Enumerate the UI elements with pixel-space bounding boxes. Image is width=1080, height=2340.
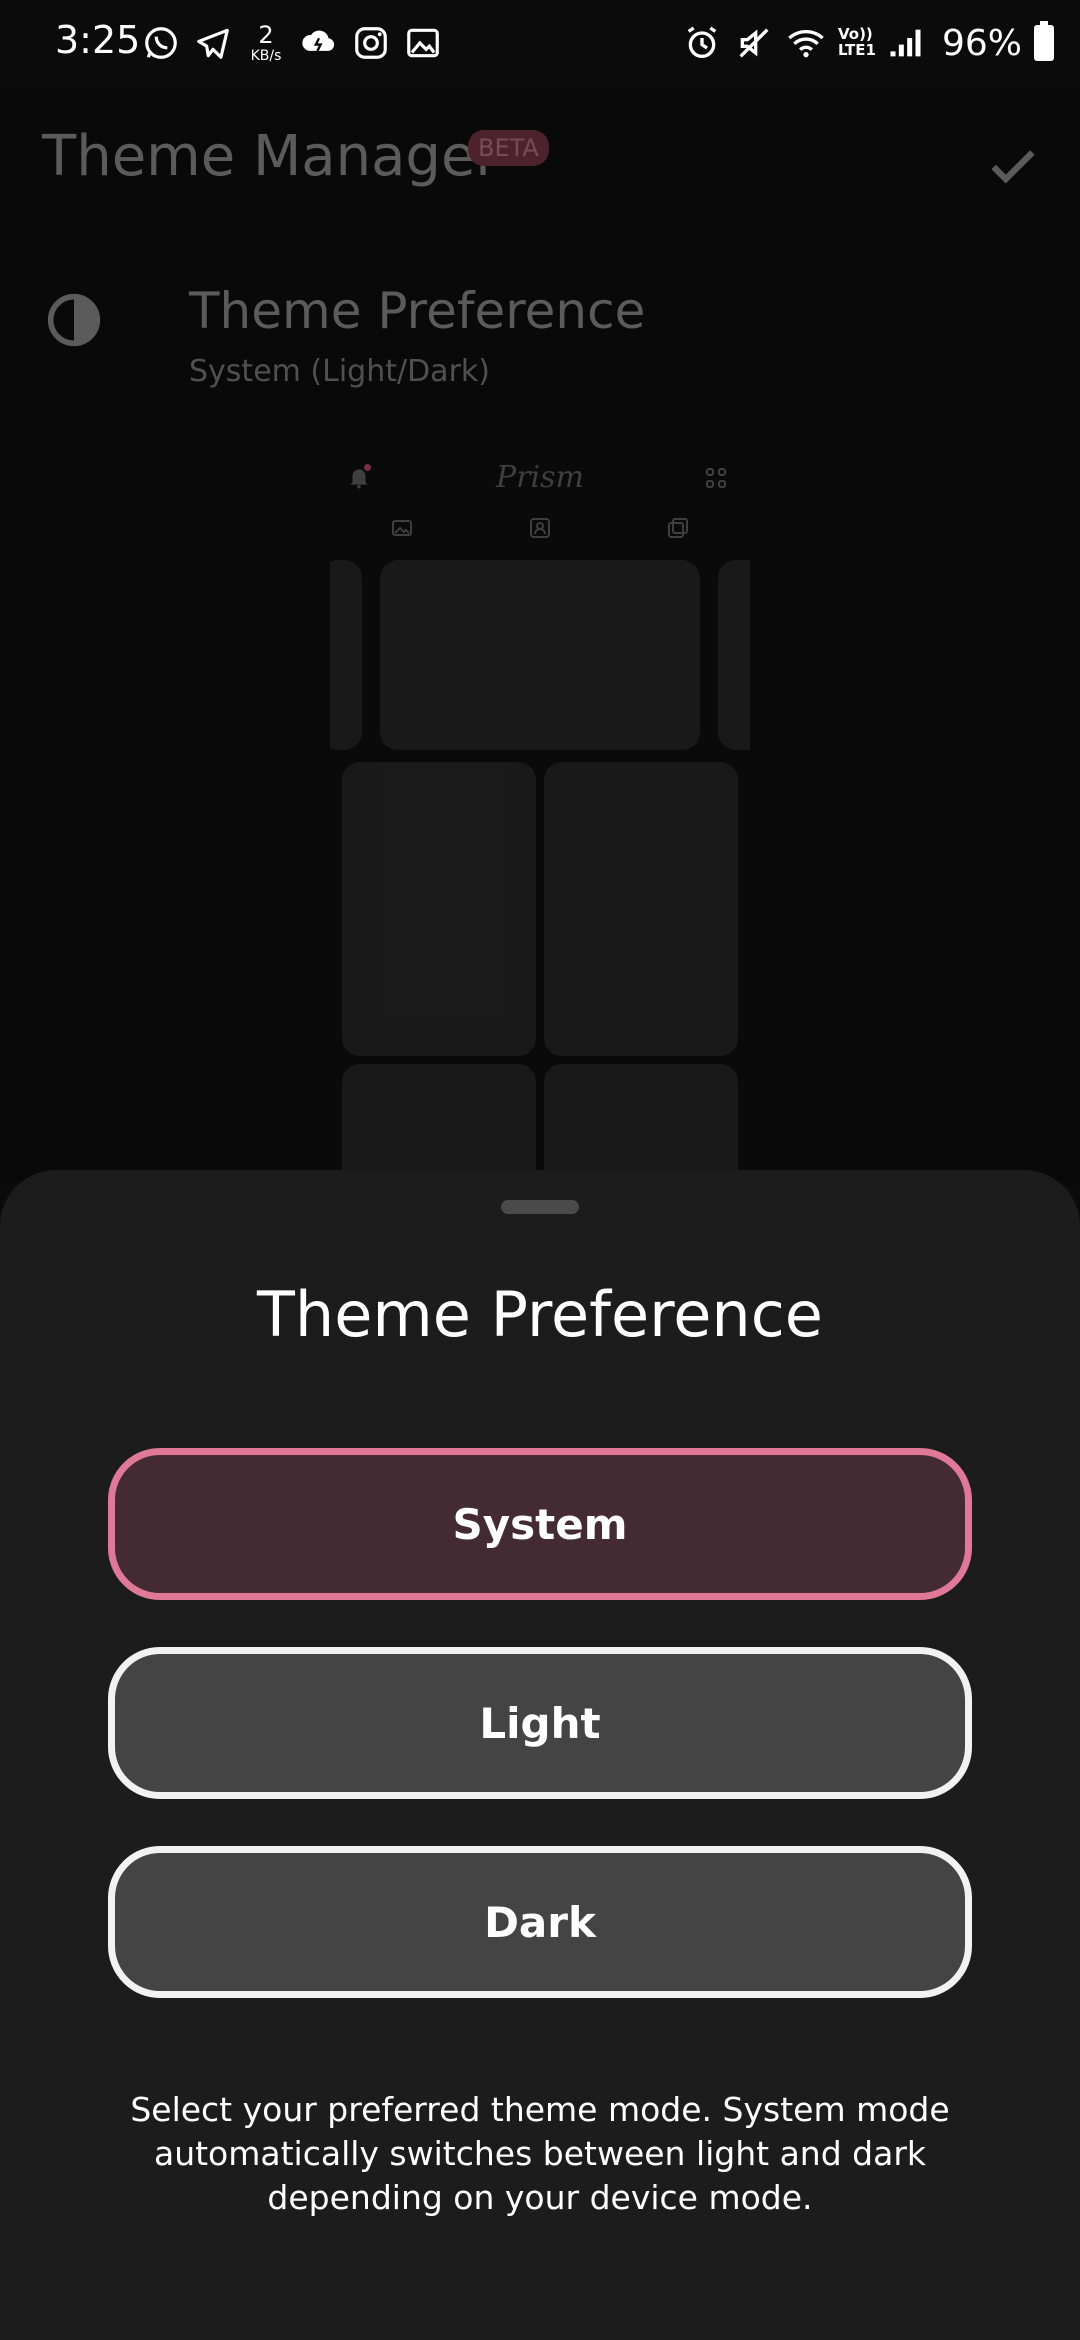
whatsapp-icon	[145, 27, 177, 59]
notification-icons: 2 KB/s	[142, 20, 442, 66]
app-notification-icon	[302, 30, 335, 52]
drag-handle[interactable]	[501, 1200, 579, 1214]
sheet-title: Theme Preference	[257, 1278, 823, 1351]
signal-icon	[890, 29, 921, 57]
battery-icon	[1034, 21, 1054, 61]
status-time: 3:25	[55, 18, 141, 62]
theme-preference-sheet: Theme Preference System Light Dark Selec…	[0, 1170, 1080, 2340]
scrim[interactable]	[0, 86, 1080, 1186]
telegram-icon	[197, 28, 229, 59]
dark-option-button[interactable]: Dark	[108, 1846, 972, 1998]
system-icons: Vo)) LTE1 96%	[682, 20, 1054, 66]
gallery-icon	[407, 28, 439, 58]
alarm-icon	[687, 26, 717, 59]
status-bar: 3:25 2 KB/s Vo)) LTE1 96%	[0, 0, 1080, 86]
lte-indicator: Vo)) LTE1	[837, 25, 876, 59]
network-speed: 2 KB/s	[250, 21, 282, 64]
light-option-button[interactable]: Light	[108, 1647, 972, 1799]
mute-icon	[739, 28, 769, 58]
battery-percent: 96%	[941, 22, 1022, 64]
sheet-description: Select your preferred theme mode. System…	[130, 2090, 950, 2217]
instagram-icon	[355, 27, 387, 59]
system-option-button[interactable]: System	[108, 1448, 972, 1600]
wifi-icon	[788, 30, 824, 58]
